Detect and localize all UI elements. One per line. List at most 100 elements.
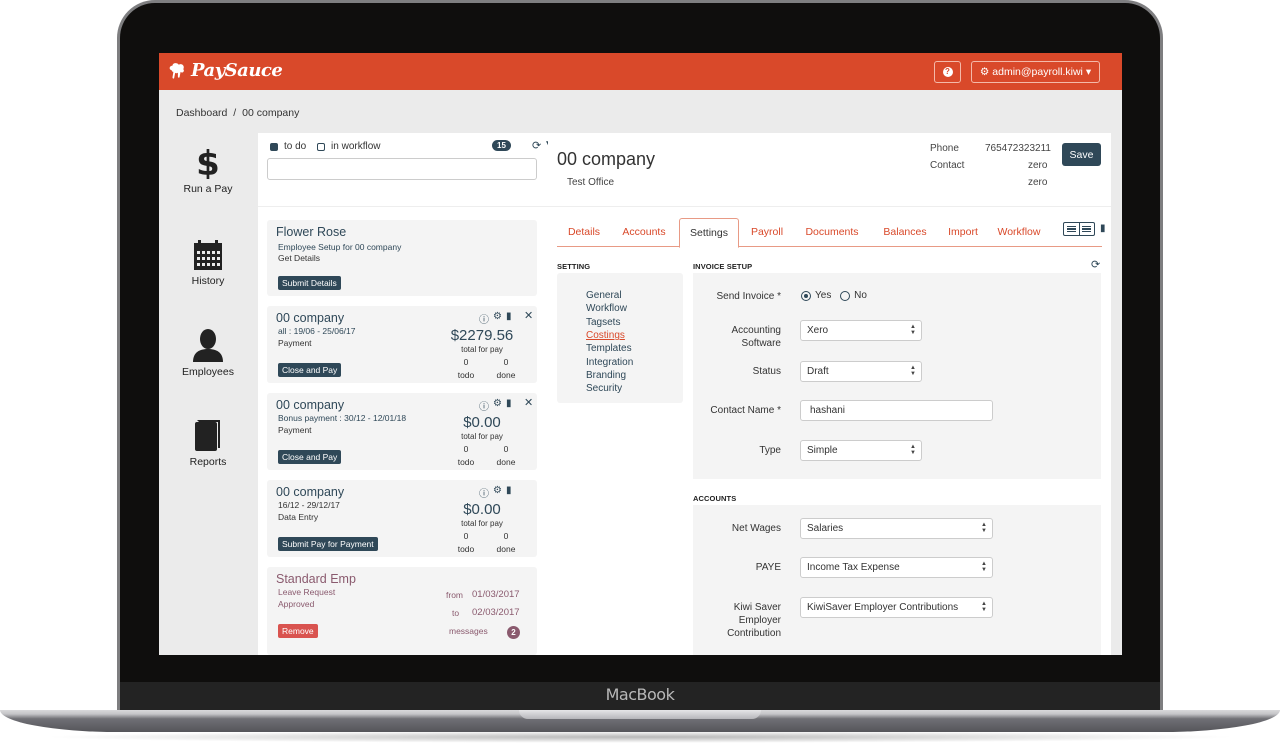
brand-logo[interactable]: PaySauce bbox=[168, 60, 283, 81]
setting-link-templates[interactable]: Templates bbox=[586, 343, 632, 354]
kiwisaver-label: Kiwi Saver Employer Contribution bbox=[727, 601, 781, 640]
remove-button[interactable]: Remove bbox=[278, 624, 318, 638]
label-line: Contribution bbox=[727, 628, 781, 639]
document-icon[interactable]: ▮ bbox=[506, 485, 512, 500]
task-search-input[interactable] bbox=[267, 158, 537, 180]
company-tabs: Details Accounts Settings Payroll Docume… bbox=[557, 218, 1102, 248]
tab-balances[interactable]: Balances bbox=[875, 218, 935, 247]
nav-history[interactable]: History bbox=[159, 239, 257, 287]
help-button[interactable]: ? bbox=[934, 61, 961, 83]
document-icon[interactable]: ▮ bbox=[506, 398, 512, 413]
brand-name: PaySauce bbox=[191, 60, 283, 81]
paye-select[interactable]: Income Tax Expense ▲ ▼ bbox=[800, 557, 993, 578]
send-invoice-no-radio[interactable] bbox=[840, 290, 851, 301]
task-title[interactable]: 00 company bbox=[276, 485, 344, 499]
contact-name-label: Contact Name * bbox=[710, 405, 781, 416]
setting-link-integration[interactable]: Integration bbox=[586, 357, 633, 368]
accounting-software-select[interactable]: Xero ▲ ▼ bbox=[800, 320, 922, 341]
tab-accounts[interactable]: Accounts bbox=[614, 218, 674, 247]
company-name: 00 company bbox=[557, 149, 656, 169]
task-description: all : 19/06 - 25/06/17 bbox=[278, 326, 356, 336]
task-card: Flower Rose Employee Setup for 00 compan… bbox=[267, 220, 537, 296]
setting-link-general[interactable]: General bbox=[586, 290, 622, 301]
gear-icon[interactable]: ⚙ bbox=[493, 485, 502, 500]
laptop-shadow bbox=[40, 731, 1240, 743]
tab-settings[interactable]: Settings bbox=[679, 218, 739, 248]
task-card: 00 company Bonus payment : 30/12 - 12/01… bbox=[267, 393, 537, 470]
device-label: MacBook bbox=[605, 685, 675, 704]
done-label: done bbox=[496, 544, 516, 554]
tab-details[interactable]: Details bbox=[557, 218, 611, 247]
select-arrows-icon: ▲ ▼ bbox=[981, 561, 987, 573]
task-stage: Payment bbox=[278, 425, 312, 435]
list-detail-view-icon[interactable] bbox=[1064, 223, 1080, 235]
info-icon[interactable]: ⓘ bbox=[479, 485, 489, 500]
status-select[interactable]: Draft ▲ ▼ bbox=[800, 361, 922, 382]
messages-count-badge[interactable]: 2 bbox=[507, 626, 520, 639]
task-title[interactable]: Flower Rose bbox=[276, 225, 346, 239]
close-and-pay-button[interactable]: Close and Pay bbox=[278, 450, 342, 464]
net-wages-select[interactable]: Salaries ▲ ▼ bbox=[800, 518, 993, 539]
breadcrumb-dashboard[interactable]: Dashboard bbox=[176, 107, 227, 119]
top-bar: PaySauce ? ⚙ admin@payroll.kiwi ▾ bbox=[159, 53, 1122, 90]
close-icon[interactable]: ✕ bbox=[524, 309, 533, 322]
task-card: 00 company all : 19/06 - 25/06/17 Paymen… bbox=[267, 306, 537, 383]
task-description: Employee Setup for 00 company bbox=[278, 242, 402, 252]
accounts-heading: ACCOUNTS bbox=[693, 494, 737, 503]
setting-link-workflow[interactable]: Workflow bbox=[586, 303, 627, 314]
document-icon[interactable]: ▮ bbox=[1100, 223, 1106, 234]
laptop-notch bbox=[519, 710, 761, 719]
refresh-icon[interactable]: ⟳ bbox=[1091, 258, 1100, 271]
tab-documents[interactable]: Documents bbox=[797, 218, 867, 247]
tab-workflow[interactable]: Workflow bbox=[991, 218, 1047, 247]
select-value: Simple bbox=[807, 445, 838, 456]
invoice-setup-form: Send Invoice * Yes No Accounting Softwar… bbox=[693, 273, 1101, 479]
info-icon[interactable]: ⓘ bbox=[479, 311, 489, 326]
request-status: Approved bbox=[278, 599, 315, 609]
company-office: Test Office bbox=[567, 177, 615, 188]
kiwisaver-select[interactable]: KiwiSaver Employer Contributions ▲ ▼ bbox=[800, 597, 993, 618]
type-select[interactable]: Simple ▲ ▼ bbox=[800, 440, 922, 461]
list-view-icon[interactable] bbox=[1080, 223, 1095, 235]
tab-import[interactable]: Import bbox=[941, 218, 985, 247]
save-button[interactable]: Save bbox=[1062, 143, 1101, 166]
select-value: Salaries bbox=[807, 523, 844, 534]
info-icon[interactable]: ⓘ bbox=[479, 398, 489, 413]
select-arrows-icon: ▲ ▼ bbox=[910, 365, 916, 377]
task-card: 00 company 16/12 - 29/12/17 Data Entry S… bbox=[267, 480, 537, 557]
task-actions: ⓘ ⚙ ▮ bbox=[479, 398, 511, 413]
view-toggle[interactable] bbox=[1063, 222, 1095, 236]
setting-link-security[interactable]: Security bbox=[586, 383, 622, 394]
gear-icon[interactable]: ⚙ bbox=[493, 398, 502, 413]
invoice-setup-heading: INVOICE SETUP bbox=[693, 262, 753, 271]
in-workflow-checkbox[interactable] bbox=[317, 142, 326, 151]
task-title[interactable]: 00 company bbox=[276, 398, 344, 412]
nav-reports[interactable]: Reports bbox=[159, 418, 257, 468]
nav-employees[interactable]: Employees bbox=[159, 328, 257, 378]
setting-link-branding[interactable]: Branding bbox=[586, 370, 626, 381]
nav-label: History bbox=[191, 275, 225, 287]
phone-value: 765472323211 bbox=[985, 143, 1051, 154]
send-invoice-yes-radio[interactable] bbox=[801, 290, 811, 301]
contact-name-input[interactable] bbox=[800, 400, 993, 421]
gear-icon[interactable]: ⚙ bbox=[493, 311, 502, 326]
setting-link-costings[interactable]: Costings bbox=[586, 330, 625, 341]
label-line: Kiwi Saver bbox=[733, 602, 781, 613]
close-icon[interactable]: ✕ bbox=[524, 396, 533, 409]
select-value: Draft bbox=[807, 366, 829, 377]
done-count: 0 bbox=[503, 444, 509, 454]
task-title[interactable]: 00 company bbox=[276, 311, 344, 325]
close-and-pay-button[interactable]: Close and Pay bbox=[278, 363, 342, 377]
submit-pay-button[interactable]: Submit Pay for Payment bbox=[278, 537, 378, 551]
breadcrumb: Dashboard / 00 company bbox=[176, 107, 302, 119]
refresh-icon[interactable]: ⟳ bbox=[532, 139, 541, 152]
submit-details-button[interactable]: Submit Details bbox=[278, 276, 341, 290]
nav-run-a-pay[interactable]: $ Run a Pay bbox=[159, 145, 257, 195]
employee-name[interactable]: Standard Emp bbox=[276, 572, 356, 586]
user-menu-button[interactable]: ⚙ admin@payroll.kiwi ▾ bbox=[971, 61, 1100, 83]
from-date: 01/03/2017 bbox=[472, 589, 520, 600]
tab-payroll[interactable]: Payroll bbox=[743, 218, 791, 247]
todo-checkbox[interactable] bbox=[270, 142, 278, 151]
document-icon[interactable]: ▮ bbox=[506, 311, 512, 326]
setting-link-tagsets[interactable]: Tagsets bbox=[586, 317, 620, 328]
